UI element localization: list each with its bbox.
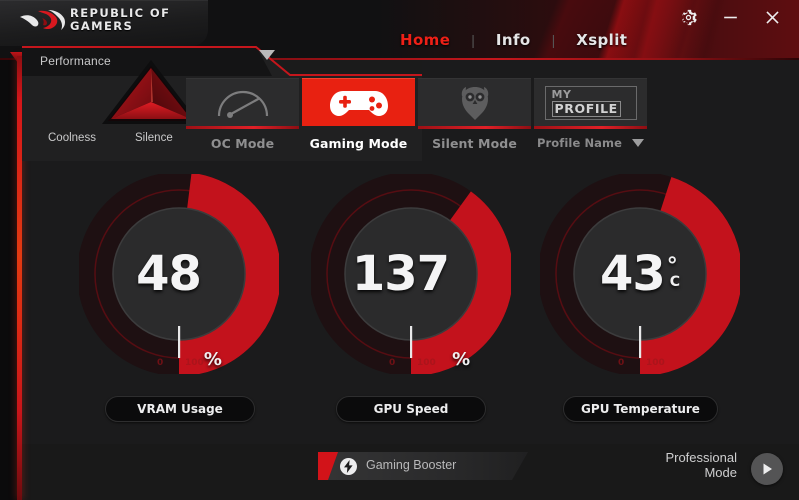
professional-mode-button[interactable] (751, 453, 783, 485)
mode-label-gaming: Gaming Mode (309, 136, 408, 151)
performance-expand-button[interactable] (258, 48, 276, 60)
caret-down-icon[interactable] (632, 139, 645, 147)
gauge-pill-gpu-temperature[interactable]: GPU Temperature (563, 396, 718, 422)
my-profile-line-1: MY (551, 87, 572, 101)
mode-button-oc[interactable]: OC Mode (186, 78, 299, 156)
close-button[interactable] (761, 6, 783, 28)
chevron-down-icon (259, 50, 275, 60)
gauge-gpu-speed-max: 100 (417, 358, 436, 368)
gear-icon (681, 9, 697, 25)
owl-icon (461, 86, 488, 120)
my-profile-line-2: PROFILE (551, 100, 621, 117)
speedometer-icon (217, 90, 268, 118)
professional-mode-line-1: Professional (665, 450, 737, 465)
mode-underline-silent (418, 126, 531, 129)
rog-eye-logo (18, 8, 66, 36)
minimize-button[interactable] (719, 6, 741, 28)
gauge-pill-gpu-speed[interactable]: GPU Speed (336, 396, 486, 422)
mode-label-silent: Silent Mode (432, 136, 517, 151)
brand-block: REPUBLIC OF GAMERS (0, 0, 208, 46)
brand-text: REPUBLIC OF GAMERS (70, 7, 170, 33)
my-profile-box: MY PROFILE (544, 85, 637, 120)
mode-tile-oc (186, 78, 299, 126)
nav-separator: | (471, 32, 475, 48)
nav-item-home[interactable]: Home (400, 31, 450, 49)
gamepad-icon (329, 90, 388, 116)
nav-item-xsplit[interactable]: Xsplit (576, 31, 627, 49)
performance-silence-label: Silence (135, 132, 173, 144)
play-arrow-icon (763, 463, 772, 475)
brand-line-2: GAMERS (70, 19, 134, 33)
nav-item-info[interactable]: Info (496, 31, 531, 49)
nav-separator: | (551, 32, 556, 48)
window-controls (677, 6, 783, 28)
gauge-gpu-speed[interactable]: 137 % 0 100 (311, 174, 511, 374)
bottom-bar: Gaming Booster Professional Mode (0, 444, 799, 500)
gauge-gpu-speed-min: 0 (389, 358, 396, 368)
gauge-vram-max: 100 (185, 358, 204, 368)
gaming-booster-label: Gaming Booster (366, 458, 457, 472)
mode-tile-gaming (302, 78, 415, 126)
gauge-gpu-temp-min: 0 (618, 358, 625, 368)
profile-name-row[interactable]: Profile Name (534, 136, 647, 150)
profile-tile: MY PROFILE (534, 78, 647, 126)
gauge-gpu-temperature[interactable]: 43 ° C 0 100 (540, 174, 740, 374)
main-nav: Home | Info | Xsplit (400, 27, 680, 53)
professional-mode-label[interactable]: Professional Mode (642, 450, 737, 480)
mode-button-gaming[interactable]: Gaming Mode (302, 78, 415, 156)
performance-coolness-label: Coolness (48, 132, 96, 144)
settings-button[interactable] (677, 6, 699, 28)
minimize-icon (723, 16, 737, 18)
professional-mode-line-2: Mode (704, 465, 737, 480)
mode-selector: OC Mode Gaming Mode Silent Mode MY PROFI… (186, 78, 647, 156)
lightning-bolt-icon (340, 458, 357, 475)
mode-underline-oc (186, 126, 299, 129)
mode-tile-silent (418, 78, 531, 126)
gauge-pill-vram[interactable]: VRAM Usage (105, 396, 255, 422)
mode-label-oc: OC Mode (210, 136, 275, 151)
mode-button-silent[interactable]: Silent Mode (418, 78, 531, 156)
profile-underline (534, 126, 647, 129)
rog-gpu-tweak-window: REPUBLIC OF GAMERS Home | Info | Xsplit (0, 0, 799, 500)
gauge-label-row: VRAM Usage GPU Speed GPU Temperature (0, 396, 799, 424)
gauge-row: 48 % 0 100 137 % 0 100 43 ° C 0 100 (0, 174, 799, 389)
profile-selector[interactable]: MY PROFILE Profile Name (534, 78, 647, 156)
gauge-vram-usage[interactable]: 48 % 0 100 (79, 174, 279, 374)
profile-name-label: Profile Name (536, 136, 623, 150)
gauge-vram-min: 0 (157, 358, 164, 368)
close-icon (765, 10, 779, 24)
gauge-gpu-temp-max: 100 (646, 358, 665, 368)
